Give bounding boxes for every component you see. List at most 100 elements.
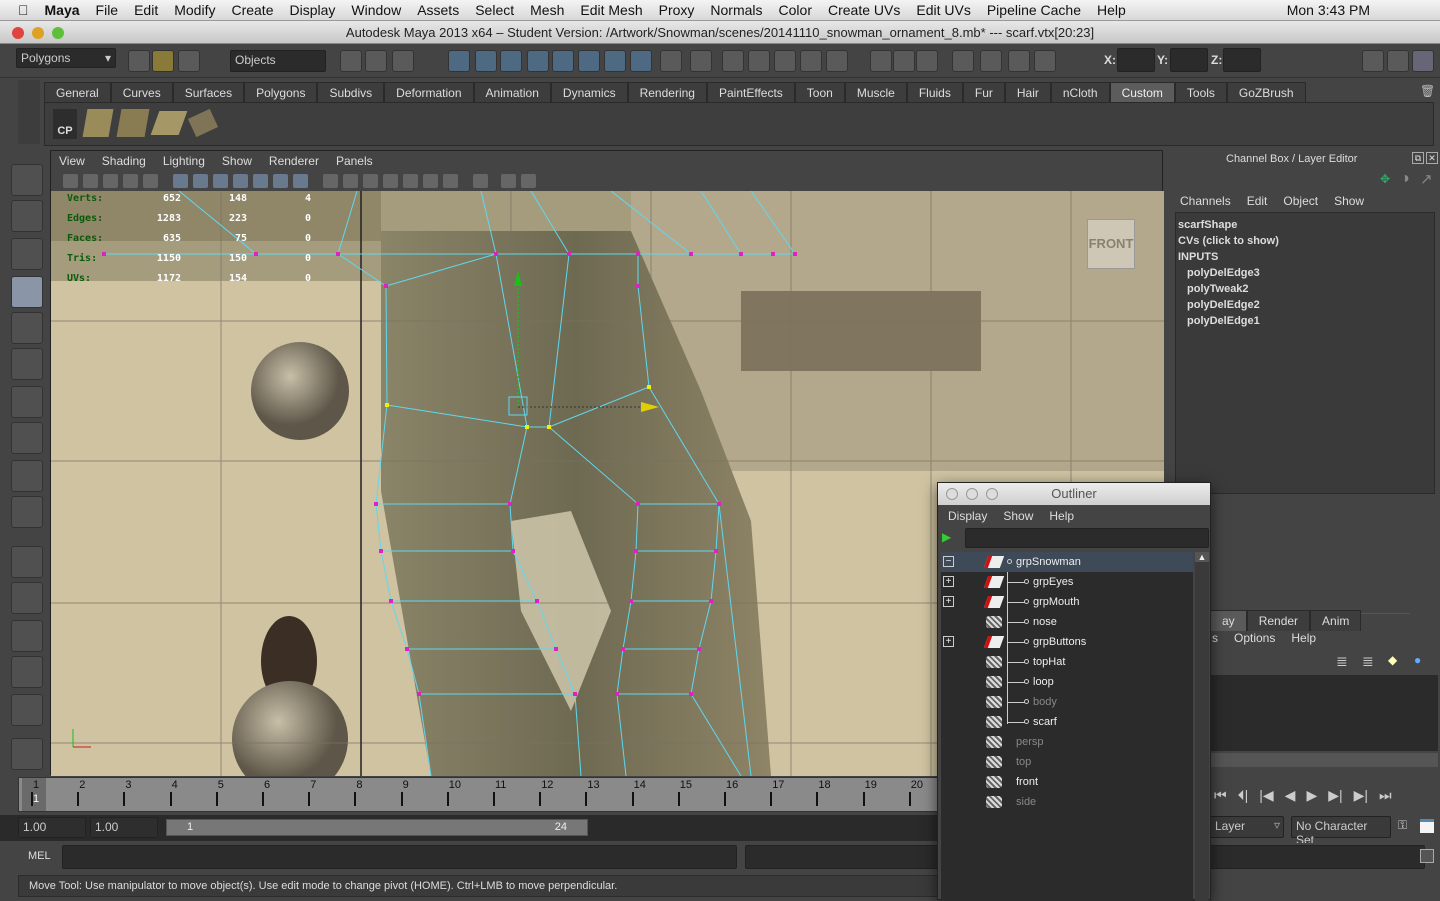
layer-menu-item[interactable]: Options [1234, 631, 1275, 645]
close-window-button[interactable] [12, 27, 24, 39]
viewport-tool-icon[interactable] [443, 174, 458, 188]
new-scene-icon[interactable] [128, 50, 150, 72]
shelf-tab-curves[interactable]: Curves [110, 82, 173, 102]
outliner-filter-input[interactable] [965, 528, 1209, 548]
view-cube[interactable]: FRONT [1087, 219, 1135, 269]
vertex[interactable] [508, 502, 512, 506]
scale-tool-icon[interactable] [11, 348, 43, 380]
script-layout-icon[interactable] [11, 738, 43, 770]
viewport-menu-panels[interactable]: Panels [336, 154, 373, 168]
vertex[interactable] [535, 599, 539, 603]
outliner-layout-icon[interactable] [11, 620, 43, 652]
selected-vertex[interactable] [525, 425, 529, 429]
menu-modify[interactable]: Modify [174, 2, 215, 18]
center-pivot-button[interactable]: CP [53, 109, 77, 139]
history-icon[interactable] [578, 50, 600, 72]
collapse-icon[interactable]: − [943, 556, 954, 567]
go-to-end-button[interactable]: ⏭ [1379, 787, 1392, 804]
shelf-tab-animation[interactable]: Animation [473, 82, 551, 102]
viewport-tool-icon[interactable] [343, 174, 358, 188]
input-node-item[interactable]: polyTweak2 [1178, 281, 1432, 297]
outliner-item-scarf[interactable]: scarf [941, 712, 1193, 732]
outliner-item-grpMouth[interactable]: + grpMouth [941, 592, 1193, 612]
selected-vertex[interactable] [547, 425, 551, 429]
viewport-tool-icon[interactable] [273, 174, 288, 188]
snap-to-view-planes-icon[interactable] [527, 50, 549, 72]
soft-mod-tool-icon[interactable] [11, 422, 43, 454]
menu-create-uvs[interactable]: Create UVs [828, 2, 900, 18]
channel-item[interactable]: INPUTS [1178, 249, 1432, 265]
expand-icon[interactable]: + [943, 576, 954, 587]
vertex[interactable] [573, 692, 577, 696]
step-forward-key-button[interactable]: ▶| [1328, 787, 1342, 804]
viewport-tool-icon[interactable] [521, 174, 536, 188]
menu-display[interactable]: Display [289, 2, 335, 18]
save-scene-icon[interactable] [178, 50, 200, 72]
snap-to-curves-icon[interactable] [475, 50, 497, 72]
attribute-editor-icon[interactable] [1362, 50, 1384, 72]
menu-pipeline-cache[interactable]: Pipeline Cache [987, 2, 1081, 18]
viewport-menu-view[interactable]: View [59, 154, 85, 168]
shelf-tab-rendering[interactable]: Rendering [627, 82, 707, 102]
universal-manipulator-icon[interactable] [11, 386, 43, 418]
new-empty-layer-icon[interactable]: ◆ [1388, 653, 1397, 667]
select-by-hierarchy-icon[interactable] [1034, 50, 1056, 72]
viewport-tool-icon[interactable] [63, 174, 78, 188]
outliner-item-persp[interactable]: persp [941, 732, 1193, 752]
vertex[interactable] [494, 252, 498, 256]
shelf-tab-muscle[interactable]: Muscle [844, 82, 907, 102]
layer-tab-render[interactable]: Render [1246, 610, 1311, 631]
viewport-menu-lighting[interactable]: Lighting [163, 154, 205, 168]
layer-menu-item[interactable]: s [1212, 631, 1218, 645]
menu-help[interactable]: Help [1097, 2, 1126, 18]
scroll-up-icon[interactable]: ▲ [1195, 552, 1209, 562]
input-node-item[interactable]: polyDelEdge1 [1178, 313, 1432, 329]
viewport-tool-icon[interactable] [473, 174, 488, 188]
play-forwards-button[interactable]: ▶ [1306, 787, 1317, 804]
shelf-tab-ncloth[interactable]: nCloth [1050, 82, 1110, 102]
viewport-tool-icon[interactable] [363, 174, 378, 188]
vertex[interactable] [417, 692, 421, 696]
viewport-menu-show[interactable]: Show [222, 154, 252, 168]
input-node-item[interactable]: polyDelEdge2 [1178, 297, 1432, 313]
select-by-component-type-icon[interactable] [392, 50, 414, 72]
snap-to-grids-icon[interactable] [448, 50, 470, 72]
play-backwards-button[interactable]: ◀ [1285, 787, 1296, 804]
playback-start-field[interactable]: 1.00 [90, 817, 158, 838]
filter-toggle-icon[interactable]: ▶ [942, 530, 951, 544]
app-menu[interactable]: Maya [45, 2, 80, 18]
shelf-tab-subdivs[interactable]: Subdivs [317, 82, 385, 102]
vertex[interactable] [389, 599, 393, 603]
shelf-tab-painteffects[interactable]: PaintEffects [706, 82, 795, 102]
channel-menu-channels[interactable]: Channels [1180, 194, 1231, 208]
outliner-minimize-button[interactable] [966, 488, 978, 500]
menu-edit-mesh[interactable]: Edit Mesh [580, 2, 642, 18]
viewport-tool-icon[interactable] [143, 174, 158, 188]
anim-layer-dropdown[interactable]: n Layer [1200, 816, 1284, 838]
viewport-tool-icon[interactable] [103, 174, 118, 188]
outliner-item-topHat[interactable]: topHat [941, 652, 1193, 672]
step-back-frame-button[interactable]: ⏴| [1238, 787, 1249, 804]
vertex[interactable] [689, 692, 693, 696]
menu-mesh[interactable]: Mesh [530, 2, 564, 18]
outliner-item-nose[interactable]: nose [941, 612, 1193, 632]
outliner-item-grpButtons[interactable]: + grpButtons [941, 632, 1193, 652]
four-pane-layout-icon[interactable] [11, 582, 43, 614]
vertex[interactable] [405, 647, 409, 651]
select-by-object-type-icon[interactable] [365, 50, 387, 72]
select-by-component-type-icon[interactable] [748, 50, 770, 72]
vertex[interactable] [697, 647, 701, 651]
rotate-tool-icon[interactable] [11, 312, 43, 344]
layer-tab-ay[interactable]: ay [1210, 610, 1247, 631]
snap-to-points-icon[interactable] [500, 50, 522, 72]
outliner-item-side[interactable]: side [941, 792, 1193, 812]
vertex[interactable] [636, 502, 640, 506]
input-node-item[interactable]: polyDelEdge3 [1178, 265, 1432, 281]
vertex[interactable] [621, 647, 625, 651]
viewport-menu-renderer[interactable]: Renderer [269, 154, 319, 168]
shelf-tab-surfaces[interactable]: Surfaces [172, 82, 245, 102]
ipr-render-icon[interactable] [630, 50, 652, 72]
vertex[interactable] [636, 284, 640, 288]
viewport-tool-icon[interactable] [193, 174, 208, 188]
shelf-tab-hair[interactable]: Hair [1004, 82, 1051, 102]
